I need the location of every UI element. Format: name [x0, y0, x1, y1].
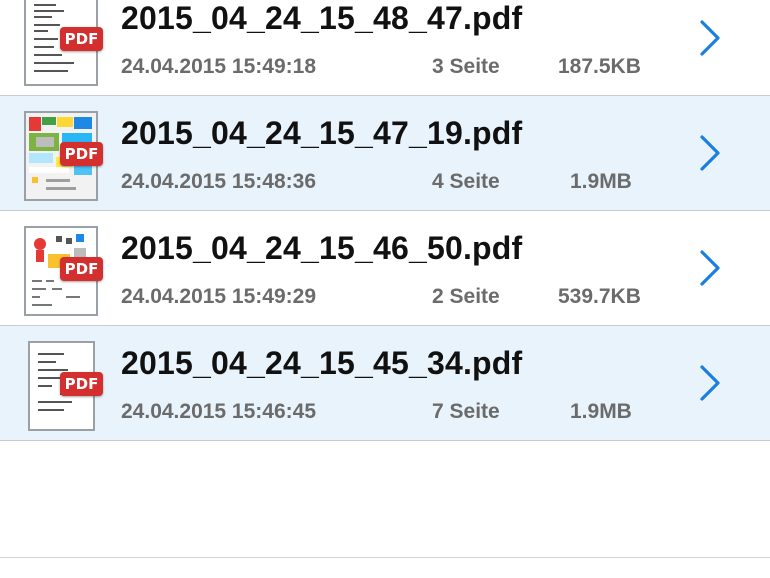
file-size: 539.7KB: [558, 285, 641, 308]
file-page-count: 4 Seite: [432, 170, 500, 193]
chevron-right-icon[interactable]: [696, 132, 724, 174]
file-page-count: 7 Seite: [432, 400, 500, 423]
chevron-right-icon[interactable]: [696, 247, 724, 289]
file-date: 24.04.2015 15:49:18: [121, 55, 316, 78]
file-row[interactable]: PDF 2015_04_24_15_45_34.pdf 24.04.2015 1…: [0, 326, 770, 441]
file-date: 24.04.2015 15:46:45: [121, 400, 316, 423]
file-row[interactable]: PDF 2015_04_24_15_46_50.pdf 24.04.2015 1…: [0, 211, 770, 326]
file-name: 2015_04_24_15_47_19.pdf: [121, 115, 523, 151]
file-name: 2015_04_24_15_46_50.pdf: [121, 230, 523, 266]
pdf-badge-icon: PDF: [60, 142, 103, 166]
file-date: 24.04.2015 15:48:36: [121, 170, 316, 193]
file-row[interactable]: PDF 2015_04_24_15_47_19.pdf 24.04.2015 1…: [0, 96, 770, 211]
file-size: 1.9MB: [570, 170, 632, 193]
pdf-badge-icon: PDF: [60, 372, 103, 396]
file-page-count: 2 Seite: [432, 285, 500, 308]
file-date: 24.04.2015 15:49:29: [121, 285, 316, 308]
pdf-badge-icon: PDF: [60, 257, 103, 281]
file-name: 2015_04_24_15_45_34.pdf: [121, 345, 523, 381]
pdf-badge-icon: PDF: [60, 27, 103, 51]
file-name: 2015_04_24_15_48_47.pdf: [121, 0, 523, 36]
file-page-count: 3 Seite: [432, 55, 500, 78]
file-size: 1.9MB: [570, 400, 632, 423]
divider: [0, 557, 770, 558]
chevron-right-icon[interactable]: [696, 362, 724, 404]
file-size: 187.5KB: [558, 55, 641, 78]
file-row[interactable]: PDF 2015_04_24_15_48_47.pdf 24.04.2015 1…: [0, 0, 770, 96]
chevron-right-icon[interactable]: [696, 17, 724, 59]
